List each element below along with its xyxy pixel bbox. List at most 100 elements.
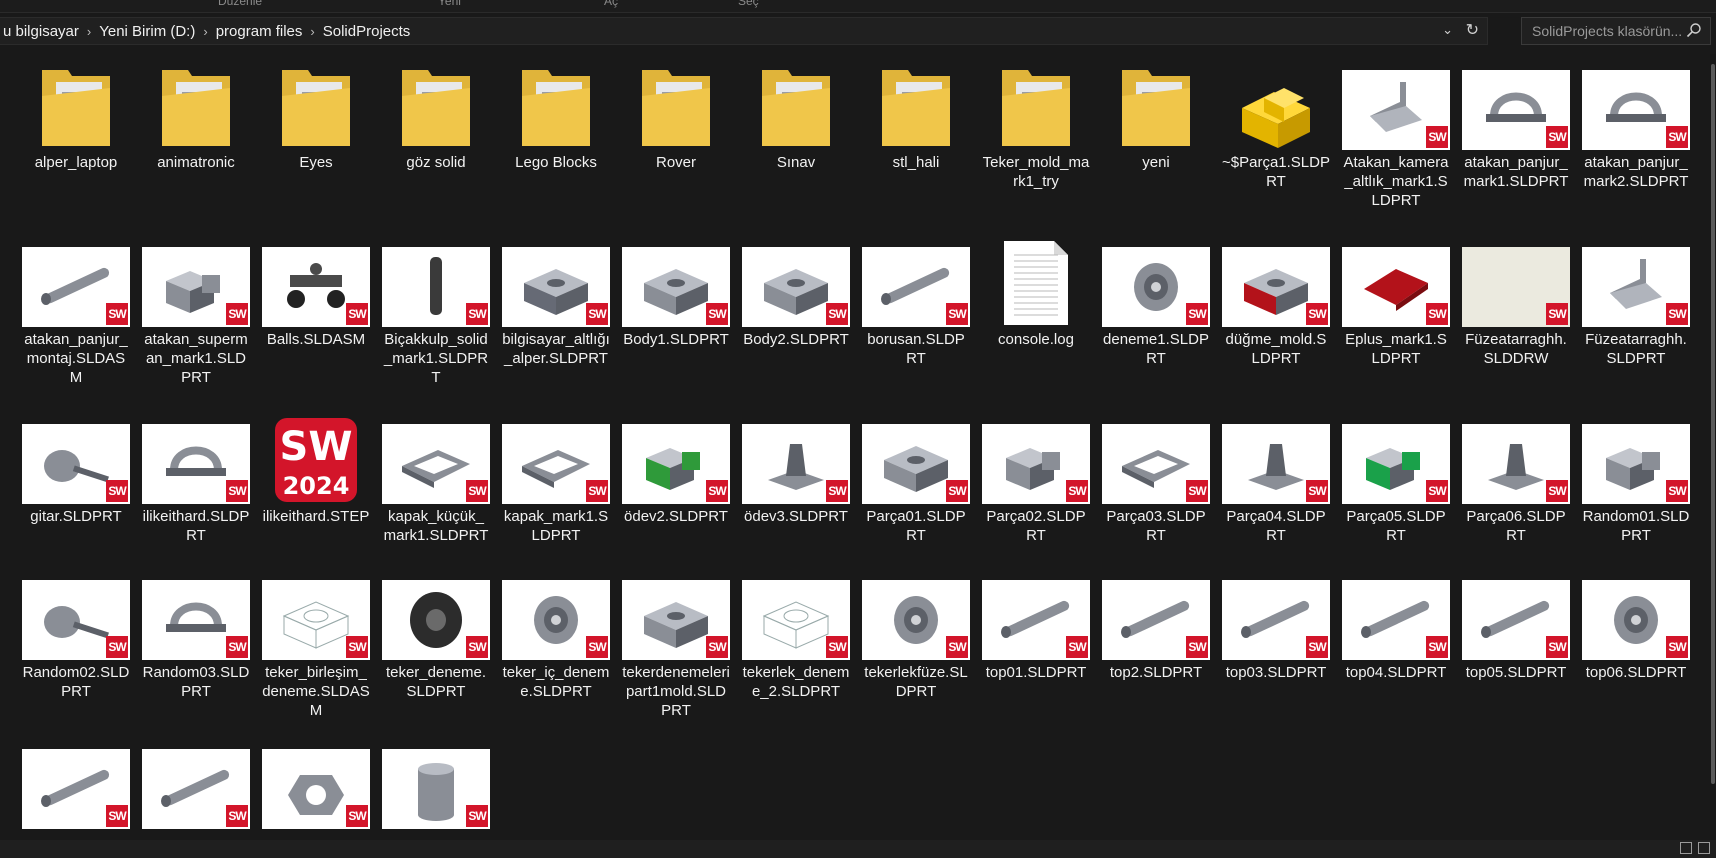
file-name: Random01.SLDPRT	[1582, 508, 1690, 544]
file-thumbnail: SW	[862, 239, 970, 327]
folder-item[interactable]: Eyes	[262, 62, 370, 229]
file-item[interactable]: SW ödev2.SLDPRT	[622, 416, 730, 562]
chevron-right-icon[interactable]: ›	[201, 24, 209, 39]
address-bar[interactable]: u bilgisayar › Yeni Birim (D:) › program…	[0, 17, 1488, 45]
file-item[interactable]: SW ödev3.SLDPRT	[742, 416, 850, 562]
file-item[interactable]: SW top04.SLDPRT	[1342, 572, 1450, 739]
search-box[interactable]	[1521, 17, 1711, 45]
refresh-icon[interactable]: ↻	[1466, 20, 1479, 40]
file-item[interactable]: SW	[382, 749, 490, 829]
file-item[interactable]: SW	[22, 749, 130, 829]
file-name: göz solid	[406, 154, 466, 171]
part-preview: SW	[22, 580, 130, 660]
solidworks-icon: SW	[826, 636, 848, 658]
file-item[interactable]: SW Body1.SLDPRT	[622, 239, 730, 406]
file-item[interactable]: SW kapak_mark1.SLDPRT	[502, 416, 610, 562]
breadcrumb-solidprojects[interactable]: SolidProjects	[317, 23, 417, 40]
file-item[interactable]: SW tekerlek_deneme_2.SLDPRT	[742, 572, 850, 739]
file-item[interactable]: SW Atakan_kamera_altlık_mark1.SLDPRT	[1342, 62, 1450, 229]
file-item[interactable]: SW gitar.SLDPRT	[22, 416, 130, 562]
file-item[interactable]: SW atakan_panjur_montaj.SLDASM	[22, 239, 130, 406]
file-item[interactable]: SW atakan_panjur_mark1.SLDPRT	[1462, 62, 1570, 229]
file-item[interactable]: SW	[142, 749, 250, 829]
file-item[interactable]: SW 2024 ilikeithard.STEP	[262, 416, 370, 562]
file-item[interactable]: SW teker_iç_deneme.SLDPRT	[502, 572, 610, 739]
file-item[interactable]: SW Parça01.SLDPRT	[862, 416, 970, 562]
file-item[interactable]: SW Biçakkulp_solid_mark1.SLDPRT	[382, 239, 490, 406]
breadcrumb-this-pc[interactable]: u bilgisayar	[0, 23, 85, 40]
solidworks-icon: SW	[466, 636, 488, 658]
file-item[interactable]: SW bilgisayar_altlığı_alper.SLDPRT	[502, 239, 610, 406]
part-preview: SW	[1462, 70, 1570, 150]
ribbon-label-edit[interactable]: Düzenle	[218, 0, 262, 8]
ribbon-label-select[interactable]: Seç	[738, 0, 759, 8]
vertical-scrollbar[interactable]	[1710, 54, 1716, 840]
file-item[interactable]: ~$Parça1.SLDPRT	[1222, 62, 1330, 229]
file-item[interactable]: SW top2.SLDPRT	[1102, 572, 1210, 739]
file-item[interactable]: SW Balls.SLDASM	[262, 239, 370, 406]
folder-item[interactable]: yeni	[1102, 62, 1210, 229]
chevron-right-icon[interactable]: ›	[308, 24, 316, 39]
search-input[interactable]	[1530, 22, 1684, 40]
details-view-icon[interactable]	[1680, 842, 1692, 854]
folder-item[interactable]: alper_laptop	[22, 62, 130, 229]
file-item[interactable]: SW top01.SLDPRT	[982, 572, 1090, 739]
file-thumbnail: SW	[22, 239, 130, 327]
scrollbar-thumb[interactable]	[1711, 64, 1715, 784]
file-item[interactable]: SW Random03.SLDPRT	[142, 572, 250, 739]
folder-item[interactable]: Lego Blocks	[502, 62, 610, 229]
file-item[interactable]: SW Parça05.SLDPRT	[1342, 416, 1450, 562]
file-item[interactable]: SW Füzeatarraghh.SLDDRW	[1462, 239, 1570, 406]
file-item[interactable]: SW Parça04.SLDPRT	[1222, 416, 1330, 562]
solidworks-icon: SW	[106, 303, 128, 325]
folder-item[interactable]: göz solid	[382, 62, 490, 229]
file-item[interactable]: SW Füzeatarraghh.SLDPRT	[1582, 239, 1690, 406]
file-item[interactable]: SW Random02.SLDPRT	[22, 572, 130, 739]
file-item[interactable]: SW top03.SLDPRT	[1222, 572, 1330, 739]
file-item[interactable]: SW Parça02.SLDPRT	[982, 416, 1090, 562]
folder-item[interactable]: stl_hali	[862, 62, 970, 229]
file-item[interactable]: SW teker_deneme.SLDPRT	[382, 572, 490, 739]
file-item[interactable]: SW Body2.SLDPRT	[742, 239, 850, 406]
solidworks-icon: SW	[1066, 636, 1088, 658]
folder-item[interactable]: Rover	[622, 62, 730, 229]
folder-item[interactable]: animatronic	[142, 62, 250, 229]
file-item[interactable]: SW atakan_panjur_mark2.SLDPRT	[1582, 62, 1690, 229]
file-name: kapak_mark1.SLDPRT	[503, 508, 609, 544]
large-icons-view-icon[interactable]	[1698, 842, 1710, 854]
file-item[interactable]: SW teker_birleşim_deneme.SLDASM	[262, 572, 370, 739]
file-item[interactable]: SW atakan_superman_mark1.SLDPRT	[142, 239, 250, 406]
folder-icon	[982, 62, 1090, 150]
search-icon[interactable]	[1686, 22, 1702, 38]
file-item[interactable]: SW Random01.SLDPRT	[1582, 416, 1690, 562]
breadcrumb-program-files[interactable]: program files	[210, 23, 309, 40]
file-item[interactable]: SW tekerdenemeleripart1mold.SLDPRT	[622, 572, 730, 739]
file-name: atakan_panjur_montaj.SLDASM	[24, 331, 128, 386]
file-item[interactable]: console.log	[982, 239, 1090, 406]
folder-item[interactable]: Sınav	[742, 62, 850, 229]
file-item[interactable]: SW Eplus_mark1.SLDPRT	[1342, 239, 1450, 406]
part-preview: SW	[502, 424, 610, 504]
file-item[interactable]: SW deneme1.SLDPRT	[1102, 239, 1210, 406]
chevron-down-icon[interactable]: ⌄	[1442, 22, 1453, 38]
chevron-right-icon[interactable]: ›	[85, 24, 93, 39]
file-item[interactable]: SW ilikeithard.SLDPRT	[142, 416, 250, 562]
file-thumbnail: SW	[262, 572, 370, 660]
file-item[interactable]: SW kapak_küçük_mark1.SLDPRT	[382, 416, 490, 562]
file-item[interactable]: SW düğme_mold.SLDPRT	[1222, 239, 1330, 406]
folder-item[interactable]: Teker_mold_mark1_try	[982, 62, 1090, 229]
folder-icon	[142, 62, 250, 150]
file-thumbnail: SW	[1462, 239, 1570, 327]
part-preview: SW	[382, 247, 490, 327]
file-item[interactable]: SW Parça03.SLDPRT	[1102, 416, 1210, 562]
ribbon-label-open[interactable]: Aç	[604, 0, 618, 8]
file-item[interactable]: SW Parça06.SLDPRT	[1462, 416, 1570, 562]
file-item[interactable]: SW top05.SLDPRT	[1462, 572, 1570, 739]
ribbon-label-new[interactable]: Yeni	[438, 0, 461, 8]
file-item[interactable]: SW tekerlekfüze.SLDPRT	[862, 572, 970, 739]
breadcrumb-drive[interactable]: Yeni Birim (D:)	[93, 23, 201, 40]
file-item[interactable]: SW top06.SLDPRT	[1582, 572, 1690, 739]
file-name: stl_hali	[892, 154, 940, 171]
file-item[interactable]: SW	[262, 749, 370, 829]
file-item[interactable]: SW borusan.SLDPRT	[862, 239, 970, 406]
